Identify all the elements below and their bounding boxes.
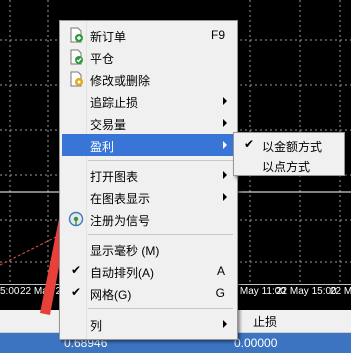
checkmark-icon: ✔ [244,137,255,151]
menu-item-register-signal[interactable]: 注册为信号 [62,208,235,230]
checkmark-icon: ✔ [71,263,82,277]
menu-item-new-order[interactable]: 新订单 F9 [62,24,235,46]
menu-item-show-milliseconds[interactable]: 显示毫秒 (M) [62,238,235,260]
checkmark-icon: ✔ [71,285,82,299]
menu-item-columns[interactable]: 列 [62,313,235,335]
menu-separator [88,160,233,161]
context-menu: 新订单 F9 平仓 修改或删除 追踪止损 交易量 盈利 打开图表 在图表显示 注… [59,20,238,340]
submenu-item-in-points[interactable]: 以点方式 [236,154,342,176]
menu-item-close-position[interactable]: 平仓 [62,46,235,68]
close-position-icon [70,49,83,65]
menu-item-open-chart[interactable]: 打开图表 [62,164,235,186]
submenu-arrow-icon [223,171,227,179]
menu-item-trailing-stop[interactable]: 追踪止损 [62,90,235,112]
submenu-arrow-icon [223,119,227,127]
submenu-item-in-money[interactable]: ✔ 以金额方式 [236,134,342,156]
submenu-arrow-icon [223,97,227,105]
profit-submenu: ✔ 以金额方式 以点方式 [233,132,345,176]
submenu-arrow-icon [223,320,227,328]
submenu-arrow-icon [223,193,227,201]
menu-item-grid[interactable]: ✔ 网格(G) G [62,282,235,304]
menu-item-volume[interactable]: 交易量 [62,112,235,134]
modify-icon [70,71,83,87]
submenu-arrow-icon [223,141,227,149]
menu-item-show-on-chart[interactable]: 在图表显示 [62,186,235,208]
new-order-icon [70,27,83,43]
menu-item-profit[interactable]: 盈利 [62,134,235,156]
signal-icon [68,211,84,227]
menu-item-auto-arrange[interactable]: ✔ 自动排列(A) A [62,260,235,282]
menu-separator [88,308,233,309]
menu-separator [88,234,233,235]
menu-item-modify-delete[interactable]: 修改或删除 [62,68,235,90]
